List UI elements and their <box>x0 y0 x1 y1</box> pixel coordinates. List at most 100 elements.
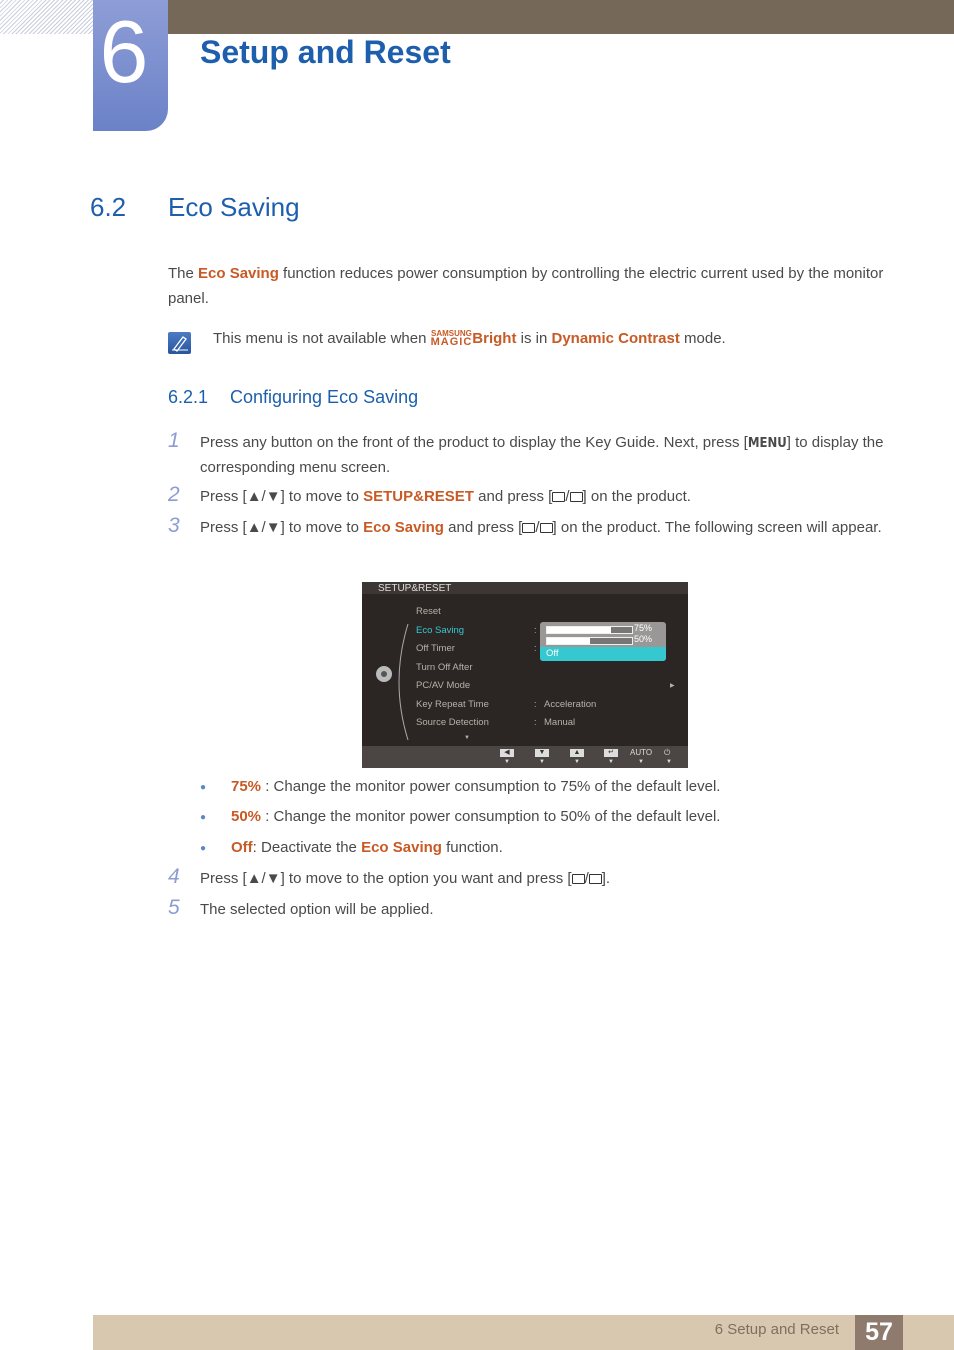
text: is in <box>516 330 552 347</box>
text: ] to move to <box>280 488 364 505</box>
bar-fill-50 <box>547 638 590 644</box>
down-key-icon: ▼ <box>535 749 549 757</box>
osd-title: SETUP&RESET <box>362 582 688 594</box>
subsection-title: Configuring Eco Saving <box>230 387 419 407</box>
step-number: 1 <box>168 429 180 452</box>
text: mode. <box>679 330 726 347</box>
source-icon <box>552 492 566 502</box>
header-bar <box>168 0 954 34</box>
brand-bottom: MAGIC <box>430 336 473 348</box>
up-down-arrow-icon: ▲/▼ <box>246 519 281 536</box>
note-pencil-icon <box>168 332 191 354</box>
source-icon <box>571 874 585 884</box>
osd-key-guide: ◀ ▼ ▲ ↵ AUTO ⏻ ▼ ▼ ▼ ▼ ▼ ▼ <box>362 746 688 768</box>
text: This menu is not available when <box>213 330 431 347</box>
chapter-tab: 6 <box>93 0 168 131</box>
step-number: 3 <box>168 514 180 537</box>
text: and press [ <box>443 519 523 536</box>
enter-icon <box>588 874 602 884</box>
brand-word: Bright <box>472 330 517 347</box>
highlight: 50% <box>231 808 262 825</box>
osd-menu-screenshot: SETUP&RESET Reset Eco Saving Off Timer T… <box>362 582 688 768</box>
bar-fill-75 <box>547 627 611 633</box>
page-number: 57 <box>855 1315 903 1350</box>
bullet-50: 50% : Change the monitor power consumpti… <box>231 807 720 827</box>
osd-item-off-timer: Off Timer <box>416 643 455 654</box>
gear-icon <box>376 666 392 682</box>
bullet-dot: ● <box>200 782 207 793</box>
osd-arc-decoration <box>398 623 409 741</box>
colon: : <box>534 625 537 635</box>
text: : Change the monitor power consumption t… <box>261 778 721 795</box>
step-5: The selected option will be applied. <box>200 901 434 918</box>
bullet-off: Off: Deactivate the Eco Saving function. <box>231 838 503 858</box>
text: : Deactivate the <box>252 839 362 856</box>
auto-key-label: AUTO <box>630 748 653 757</box>
enter-key-icon: ↵ <box>604 749 618 757</box>
chapter-number: 6 <box>99 2 149 101</box>
page-footer: 6 Setup and Reset 57 <box>93 1315 954 1350</box>
text: ]. <box>601 870 611 887</box>
text: The <box>168 265 199 282</box>
section-number: 6.2 <box>90 192 127 222</box>
step-number: 5 <box>168 896 180 919</box>
colon: : <box>534 717 537 727</box>
highlight: Off <box>231 839 253 856</box>
highlight-setup-reset: SETUP&RESET <box>363 488 474 505</box>
header-hatch-decoration <box>0 0 93 34</box>
intro-paragraph: The Eco Saving function reduces power co… <box>168 261 888 311</box>
menu-key: MENU <box>747 436 787 451</box>
highlight-eco-saving: Eco Saving <box>198 265 279 282</box>
samsung-magic-logo: SAMSUNG MAGIC <box>430 330 473 348</box>
osd-item-eco-saving: Eco Saving <box>416 625 465 636</box>
step-1: Press any button on the front of the pro… <box>200 431 890 480</box>
subsection-number: 6.2.1 <box>168 387 209 407</box>
colon: : <box>534 699 537 709</box>
highlight: Eco Saving <box>361 839 442 856</box>
power-key-icon: ⏻ <box>664 748 671 757</box>
text: : Change the monitor power consumption t… <box>261 808 721 825</box>
bullet-75: 75% : Change the monitor power consumpti… <box>231 777 720 797</box>
step-2: Press [▲/▼] to move to SETUP&RESET and p… <box>200 488 691 505</box>
left-key-icon: ◀ <box>500 749 514 757</box>
highlight: 75% <box>231 778 262 795</box>
osd-item-source-detection: Source Detection <box>416 717 489 728</box>
enter-icon <box>569 492 583 502</box>
osd-item-pc-av-mode: PC/AV Mode <box>416 680 471 691</box>
step-number: 4 <box>168 865 180 888</box>
colon: : <box>534 643 537 653</box>
osd-item-reset: Reset <box>416 606 441 617</box>
highlight-eco-saving: Eco Saving <box>363 519 444 536</box>
osd-value-key-repeat: Acceleration <box>544 699 597 710</box>
tick-icon: ▼ <box>504 759 510 765</box>
bar-75 <box>546 626 633 634</box>
osd-item-turn-off-after: Turn Off After <box>416 662 473 673</box>
option-75-label: 75% <box>634 623 653 633</box>
step-number: 2 <box>168 483 180 506</box>
tick-icon: ▼ <box>574 759 580 765</box>
text: and press [ <box>473 488 553 505</box>
option-off-selected: Off <box>540 647 666 661</box>
osd-item-key-repeat-time: Key Repeat Time <box>416 699 489 710</box>
up-down-arrow-icon: ▲/▼ <box>246 488 281 505</box>
text: ] on the product. The following screen w… <box>552 519 882 536</box>
source-icon <box>522 523 536 533</box>
footer-chapter-label: 6 Setup and Reset <box>714 1321 839 1338</box>
enter-icon <box>539 523 553 533</box>
tick-icon: ▼ <box>608 759 614 765</box>
bar-50 <box>546 637 633 645</box>
text: ] on the product. <box>582 488 691 505</box>
section-title: Eco Saving <box>168 192 300 222</box>
option-50-label: 50% <box>634 634 653 644</box>
text: ] to move to <box>280 519 364 536</box>
tick-icon: ▼ <box>539 759 545 765</box>
text: function. <box>441 839 503 856</box>
submenu-arrow-icon: ▶ <box>670 683 675 689</box>
step-3: Press [▲/▼] to move to Eco Saving and pr… <box>200 519 882 536</box>
scroll-down-icon: ▼ <box>464 735 470 741</box>
bullet-dot: ● <box>200 843 207 854</box>
text: Press [ <box>200 488 247 505</box>
text: Press [ <box>200 870 247 887</box>
up-key-icon: ▲ <box>570 749 584 757</box>
osd-value-source-detection: Manual <box>544 717 576 728</box>
